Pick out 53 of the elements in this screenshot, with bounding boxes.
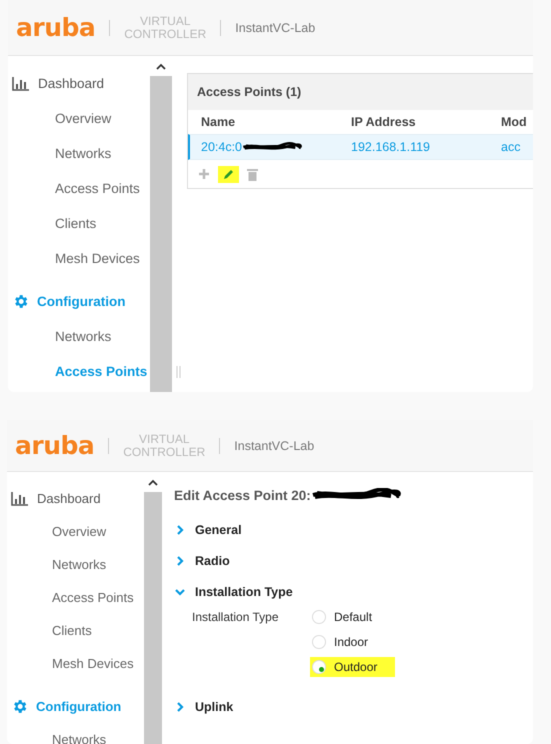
settings-icon xyxy=(11,698,28,715)
sidebar-item[interactable]: Clients xyxy=(52,623,92,638)
trash-icon xyxy=(247,168,258,180)
radio-option[interactable]: Indoor xyxy=(310,632,386,652)
sidebar-item[interactable]: Clients xyxy=(55,216,96,231)
section-header[interactable]: Radio xyxy=(174,545,230,576)
sidebar-item[interactable]: Overview xyxy=(55,111,112,126)
chevron-up-icon xyxy=(156,62,166,70)
sidebar-item[interactable]: Mesh Devices xyxy=(52,656,134,671)
table-cell: acc xyxy=(501,140,520,154)
sidebar-item[interactable]: Access Points xyxy=(52,590,134,605)
radio-button[interactable] xyxy=(312,635,326,649)
logo: aruba xyxy=(15,431,94,460)
sidebar-item[interactable]: Networks xyxy=(55,329,112,344)
radio-option[interactable]: Outdoor xyxy=(310,657,396,677)
section-header[interactable]: Installation Type xyxy=(174,576,293,607)
controller-name: InstantVC-Lab xyxy=(235,20,316,34)
radio-option[interactable]: Default xyxy=(310,607,390,627)
sidebar-item[interactable]: Access Points xyxy=(55,364,148,379)
sidebar-item[interactable]: Networks xyxy=(55,146,112,161)
logo: aruba xyxy=(16,13,96,42)
bar-chart-icon xyxy=(12,76,30,90)
field-label: Installation Type xyxy=(192,609,280,626)
bar-chart-icon xyxy=(11,492,29,506)
radio-button[interactable] xyxy=(312,610,326,624)
controller-name: InstantVC-Lab xyxy=(234,438,314,452)
sidebar-item[interactable]: Overview xyxy=(52,524,106,539)
resize-handle-icon[interactable] xyxy=(176,366,181,378)
sidebar-section[interactable]: Configuration xyxy=(37,294,126,309)
plus-icon xyxy=(198,168,210,180)
edit-button[interactable] xyxy=(218,166,239,182)
card-title: Access Points (1) xyxy=(197,85,302,99)
column-header: IP Address xyxy=(351,115,417,129)
table-cell: 20:4c:0 xyxy=(201,140,242,154)
chevron-up-icon xyxy=(148,478,158,486)
section-header[interactable]: Uplink xyxy=(174,691,234,722)
radio-button[interactable] xyxy=(312,660,326,674)
sidebar-item[interactable]: Networks xyxy=(52,732,106,744)
settings-icon xyxy=(12,293,29,310)
sidebar-item[interactable]: Access Points xyxy=(55,181,140,196)
product-name: VIRTUAL CONTROLLER xyxy=(123,432,206,458)
section-header[interactable]: General xyxy=(174,514,242,545)
sidebar-section[interactable]: Configuration xyxy=(36,699,122,714)
sidebar-section[interactable]: Dashboard xyxy=(37,491,101,506)
sidebar-section[interactable]: Dashboard xyxy=(38,76,104,91)
column-header: Name xyxy=(201,115,236,129)
sidebar-item[interactable]: Networks xyxy=(52,557,106,572)
column-header: Mod xyxy=(501,115,528,129)
sidebar-item[interactable]: Mesh Devices xyxy=(55,251,140,266)
pencil-icon xyxy=(222,168,235,180)
product-name: VIRTUAL CONTROLLER xyxy=(124,14,206,40)
table-cell: 192.168.1.119 xyxy=(351,140,430,154)
page-title: Edit Access Point 20: xyxy=(174,488,311,502)
